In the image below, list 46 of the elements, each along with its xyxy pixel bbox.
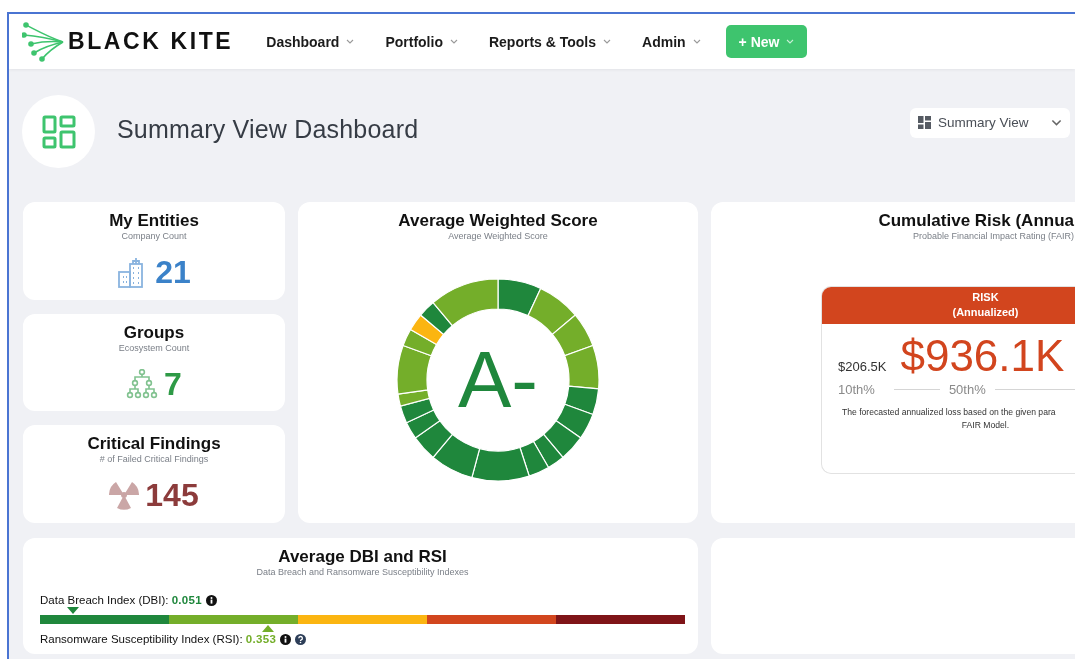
info-icon[interactable] <box>205 594 217 606</box>
nav-menu-item[interactable]: Portfolio <box>385 33 458 50</box>
info-icon[interactable] <box>280 633 292 645</box>
radiation-icon <box>109 480 140 511</box>
low-estimate: $206.5K <box>838 359 887 374</box>
nav-menu-item[interactable]: Dashboard <box>266 33 355 50</box>
help-icon[interactable] <box>295 633 307 645</box>
page-title: Summary View Dashboard <box>117 115 419 144</box>
nav-menu-item[interactable]: Reports & Tools <box>488 33 612 50</box>
stat-value: 21 <box>155 255 191 289</box>
stat-value: 7 <box>164 366 182 401</box>
nav-menu-item[interactable]: Admin <box>642 33 701 50</box>
chevron-icon <box>603 39 612 44</box>
risk-note: FAIR Model. <box>960 419 1011 432</box>
percentile-label: 10th% <box>838 382 875 397</box>
stat-value: 145 <box>145 478 199 513</box>
index-label: Ransomware Susceptibility Index (RSI): 0.353 <box>40 633 277 645</box>
card-title: My Entities <box>108 211 200 231</box>
grade-text: A- <box>457 340 539 420</box>
layout-icon <box>918 116 931 129</box>
chevron-icon <box>692 39 701 44</box>
chevron-icon <box>449 39 458 44</box>
card-subtitle: Data Breach and Ransomware Susceptibility Indexes <box>255 567 470 578</box>
card-subtitle: Ecosystem Count <box>117 342 191 354</box>
brand-name: BLACK KITE <box>68 28 234 55</box>
chevron-icon <box>1051 119 1062 126</box>
risk-note: The forecasted annualized loss based on the given para <box>841 406 1057 419</box>
card-subtitle: Average Weighted Score <box>447 231 549 242</box>
risk-header-text: (Annualized) <box>951 305 1020 320</box>
view-dropdown[interactable]: Summary View <box>910 107 1070 138</box>
hierarchy-icon <box>126 368 159 399</box>
card-subtitle: # of Failed Critical Findings <box>98 454 210 466</box>
card-title: Average Weighted Score <box>397 211 599 231</box>
card-title: Critical Findings <box>86 434 222 455</box>
percentile-label: 50th% <box>948 382 986 397</box>
card-title: Groups <box>122 322 186 343</box>
layout-icon <box>41 114 76 149</box>
card-subtitle: Company Count <box>120 231 188 242</box>
chevron-icon <box>786 39 795 44</box>
index-label: Data Breach Index (DBI): 0.051 <box>40 594 202 606</box>
card-title: Average DBI and RSI <box>277 547 448 567</box>
median-estimate: $936.1K <box>900 332 1065 380</box>
card-title: Cumulative Risk (Annua <box>877 211 1075 231</box>
chevron-icon <box>346 39 355 44</box>
risk-header-text: RISK <box>971 290 1000 305</box>
card-subtitle: Probable Financial Impact Rating (FAIR) <box>911 231 1075 242</box>
